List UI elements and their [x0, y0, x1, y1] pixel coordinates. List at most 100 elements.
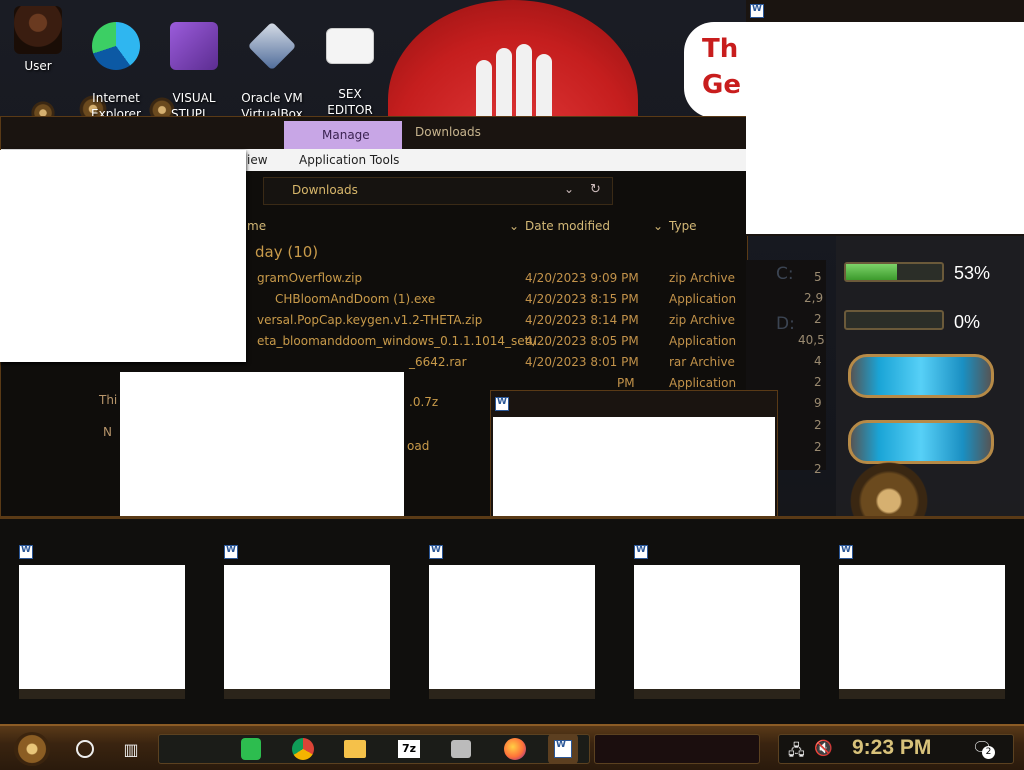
file-date: 4/20/2023 8:15 PM: [525, 292, 639, 306]
sign-background: Th Ge: [684, 22, 748, 118]
drive-d-percent: 0%: [954, 312, 981, 332]
drive-letter: C:: [776, 264, 794, 284]
nav-this-pc[interactable]: Thi: [99, 393, 117, 407]
desktop-icon-internet-explorer[interactable]: Internet Explorer: [80, 0, 152, 122]
thumbnail-preview: [429, 565, 595, 689]
word-doc-icon: [19, 545, 33, 559]
blank-window-preview[interactable]: [120, 372, 404, 516]
tab-view[interactable]: iew: [247, 153, 268, 167]
file-size: 4: [814, 354, 822, 368]
column-header-date[interactable]: Date modified: [525, 219, 610, 233]
sign-text: Ge: [702, 70, 741, 100]
file-type: rar Archive: [669, 355, 735, 369]
blank-window-content: [493, 417, 775, 517]
file-type: zip Archive: [669, 313, 735, 327]
desktop-icon-label: User: [24, 59, 52, 73]
thumbnail-preview: [19, 565, 185, 689]
taskbar-app-chrome[interactable]: [288, 734, 318, 764]
start-button[interactable]: [14, 732, 50, 766]
spotify-icon: [241, 738, 261, 760]
user-icon: [14, 6, 62, 54]
word-window[interactable]: [746, 0, 1024, 236]
taskbar-empty-slot: [594, 734, 760, 764]
group-header[interactable]: day (10): [255, 243, 318, 261]
file-size: 2: [814, 418, 822, 432]
nav-network[interactable]: N: [103, 425, 112, 439]
word-doc-icon: [224, 545, 238, 559]
taskbar-app-wine[interactable]: [446, 734, 476, 764]
file-name: CHBloomAndDoom (1).exe: [275, 292, 436, 306]
file-date: 4/20/2023 8:05 PM: [525, 334, 639, 348]
task-view-panel: [0, 516, 1024, 730]
word-doc-icon: [750, 4, 764, 18]
desktop-icon-visual-studio[interactable]: VISUAL STUPI...: [158, 0, 230, 122]
address-path: Downloads: [292, 183, 358, 197]
desktop-icon-virtualbox[interactable]: Oracle VM VirtualBox: [236, 0, 308, 122]
drive-letter: D:: [776, 314, 795, 334]
sort-chevron-icon[interactable]: ⌄: [509, 219, 519, 233]
file-name[interactable]: oad: [407, 439, 429, 453]
file-name: eta_bloomanddoom_windows_0.1.1.1014_setu…: [257, 334, 549, 348]
word-window[interactable]: [490, 390, 778, 518]
file-type: Application: [669, 334, 737, 348]
file-name[interactable]: .0.7z: [409, 395, 438, 409]
taskbar-app-firefox[interactable]: [500, 734, 530, 764]
virtualbox-icon: [247, 21, 297, 71]
word-doc-icon: [495, 397, 509, 411]
tab-application-tools[interactable]: Application Tools: [299, 153, 399, 167]
file-type: Application: [669, 292, 737, 306]
desktop-icon-user[interactable]: User: [2, 0, 74, 74]
word-doc-icon: [429, 545, 443, 559]
column-header-name[interactable]: me: [247, 219, 266, 233]
file-date: 4/20/2023 8:14 PM: [525, 313, 639, 327]
firefox-icon: [504, 738, 526, 760]
file-size: 5: [814, 270, 822, 284]
file-size: 2: [814, 462, 822, 476]
ram-tube-gauge: [848, 420, 994, 464]
network-icon[interactable]: 🖧: [788, 740, 805, 765]
word-doc-icon: [634, 545, 648, 559]
hxd-icon: [326, 28, 374, 64]
file-size: 2: [814, 312, 822, 326]
notification-badge: 2: [982, 746, 995, 759]
file-type: zip Archive: [669, 271, 735, 285]
tab-label: Manage: [322, 128, 370, 142]
word-doc-icon: [839, 545, 853, 559]
volume-muted-icon[interactable]: 🔇: [814, 739, 833, 757]
thumbnail-preview: [839, 565, 1005, 689]
drive-c-percent: 53%: [954, 263, 991, 283]
thumbnail-preview: [634, 565, 800, 689]
cortana-search-button[interactable]: [70, 734, 100, 764]
file-size: 9: [814, 396, 822, 410]
file-size: 40,5: [798, 333, 825, 347]
task-view-button[interactable]: ▥: [116, 734, 146, 764]
column-header-type[interactable]: Type: [669, 219, 697, 233]
tab-downloads[interactable]: Downloads: [415, 125, 481, 139]
task-view-icon: ▥: [123, 739, 139, 759]
chrome-icon: [292, 738, 314, 760]
circle-icon: [76, 740, 94, 758]
word-icon: [554, 740, 572, 758]
taskbar-app-word[interactable]: [548, 734, 578, 764]
blank-window-content: [746, 22, 1024, 234]
action-center-button[interactable]: 🗨 2: [972, 738, 995, 759]
address-bar[interactable]: Downloads ⌄ ↻: [263, 177, 613, 205]
tab-manage[interactable]: Manage: [284, 121, 402, 151]
file-date: 4/20/2023 8:01 PM: [525, 355, 639, 369]
refresh-icon[interactable]: ↻: [590, 182, 601, 197]
taskbar-app-file-explorer[interactable]: [340, 734, 370, 764]
chevron-down-icon[interactable]: ⌄: [564, 182, 574, 196]
sort-chevron-icon[interactable]: ⌄: [653, 219, 663, 233]
file-name: _6642.rar: [409, 355, 467, 369]
taskbar-app-spotify[interactable]: [236, 734, 266, 764]
file-explorer-icon: [344, 740, 366, 758]
file-size: 2,9: [804, 291, 824, 305]
taskbar-clock[interactable]: 9:23 PM: [852, 736, 931, 760]
desktop-icon-label: SEX EDITOR: [327, 87, 373, 117]
blank-window-preview[interactable]: [0, 150, 246, 362]
visual-studio-icon: [170, 22, 218, 70]
drive-c-usage-bar: [844, 262, 944, 282]
file-size: 2: [814, 375, 822, 389]
taskbar-app-7zip[interactable]: 7z: [394, 734, 424, 764]
desktop-icon-hex-editor[interactable]: SEX EDITOR: [314, 0, 386, 118]
